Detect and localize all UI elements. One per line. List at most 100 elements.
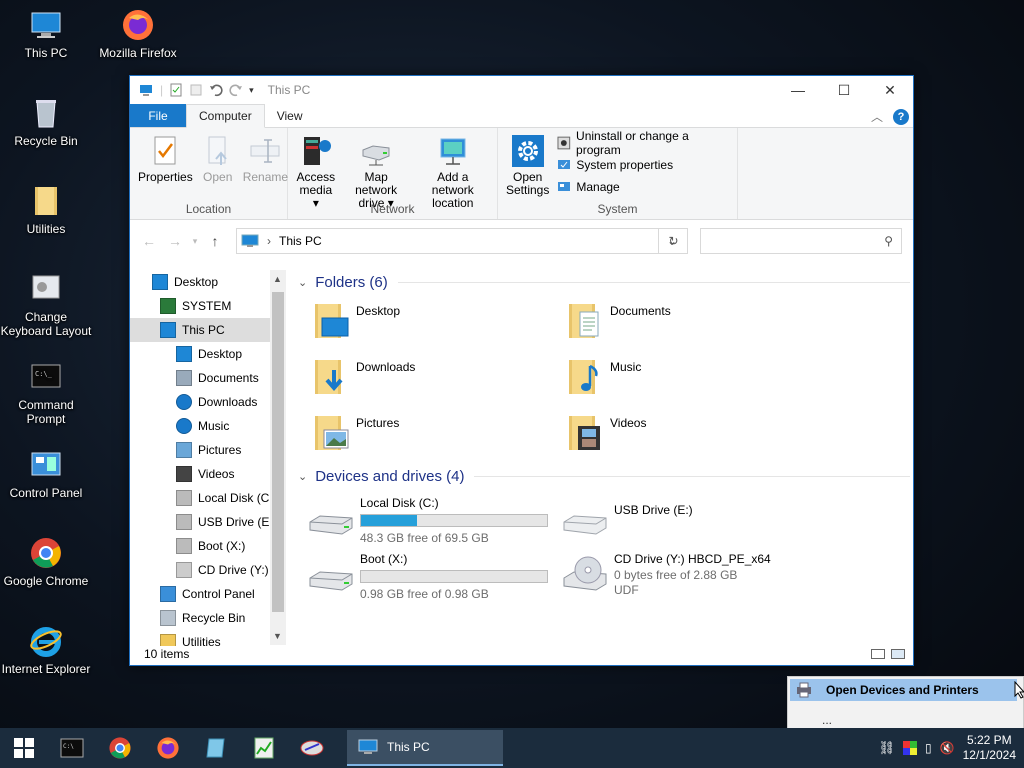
videos-icon: [176, 466, 192, 482]
desktop-icon-label: Command Prompt: [18, 398, 74, 426]
scroll-thumb[interactable]: [272, 292, 284, 612]
back-button[interactable]: ←: [136, 233, 162, 249]
more-items[interactable]: ...: [822, 713, 832, 727]
drives-section-header[interactable]: ⌄ Devices and drives (4): [298, 468, 910, 485]
content-pane[interactable]: ⌄ Folders (6) Desktop Documents Download…: [294, 270, 913, 646]
desktop-icon-utilities[interactable]: Utilities: [0, 184, 92, 236]
taskbar-app-monitor[interactable]: [240, 728, 288, 768]
search-input[interactable]: ⚲: [700, 228, 902, 254]
customize-qat-icon[interactable]: ▾: [249, 85, 254, 96]
address-bar[interactable]: › This PC ⌄: [236, 228, 688, 254]
nav-item[interactable]: Desktop: [130, 342, 286, 366]
taskbar-chrome[interactable]: [96, 728, 144, 768]
nav-item[interactable]: Music: [130, 414, 286, 438]
nav-item[interactable]: Recycle Bin: [130, 606, 286, 630]
up-button[interactable]: ↑: [202, 233, 228, 249]
scroll-up-icon[interactable]: ▲: [273, 274, 282, 284]
drive-y[interactable]: CD Drive (Y:) HBCD_PE_x64 0 bytes free o…: [562, 552, 812, 602]
drive-c[interactable]: Local Disk (C:) 48.3 GB free of 69.5 GB: [308, 496, 558, 546]
folder-documents[interactable]: Documents: [564, 300, 671, 342]
minimize-button[interactable]: —: [775, 76, 821, 104]
recent-locations-button[interactable]: ▾: [188, 236, 202, 247]
taskbar-task-this-pc[interactable]: This PC: [347, 730, 503, 766]
nav-item[interactable]: Desktop: [130, 270, 286, 294]
tool-app-icon: [300, 740, 324, 756]
nav-item[interactable]: Videos: [130, 462, 286, 486]
details-view-button[interactable]: [871, 649, 885, 659]
tab-file[interactable]: File: [130, 104, 186, 127]
system-properties-button[interactable]: System properties: [557, 156, 733, 173]
new-folder-icon[interactable]: [189, 83, 203, 97]
redo-icon[interactable]: [229, 83, 243, 97]
desktop-folder-icon: [315, 304, 349, 338]
desktop-icon-command-prompt[interactable]: C:\_ Command Prompt: [0, 360, 92, 426]
nav-item[interactable]: Utilities: [130, 630, 286, 646]
refresh-button[interactable]: ↻: [658, 228, 688, 254]
large-icons-view-button[interactable]: [891, 649, 905, 659]
nav-item[interactable]: SYSTEM: [130, 294, 286, 318]
folder-music[interactable]: Music: [564, 356, 641, 398]
nav-scrollbar[interactable]: ▲ ▼: [270, 270, 286, 645]
desktop-icon-recycle-bin[interactable]: Recycle Bin: [0, 96, 92, 148]
clock[interactable]: 5:22 PM 12/1/2024: [963, 733, 1016, 763]
properties-icon[interactable]: [169, 83, 183, 97]
drive-x[interactable]: Boot (X:) 0.98 GB free of 0.98 GB: [308, 552, 558, 602]
start-button[interactable]: [0, 728, 48, 768]
nav-item[interactable]: This PC: [130, 318, 286, 342]
folder-downloads[interactable]: Downloads: [310, 356, 415, 398]
undo-icon[interactable]: [209, 83, 223, 97]
chevron-right-icon[interactable]: ›: [267, 234, 271, 248]
folders-section-header[interactable]: ⌄ Folders (6): [298, 274, 910, 291]
nav-item[interactable]: USB Drive (E:): [130, 510, 286, 534]
collapse-ribbon-icon[interactable]: ︿: [871, 108, 883, 125]
taskbar: C:\ This PC ⛓ ▯ 🔇 5:22 PM 12/1/2024: [0, 728, 1024, 768]
view-switcher: [871, 649, 905, 659]
desktop-icon-ie[interactable]: Internet Explorer: [0, 624, 92, 676]
network-tray-icon[interactable]: ⛓: [879, 740, 896, 756]
desktop-icon-control-panel[interactable]: Control Panel: [0, 448, 92, 500]
maximize-button[interactable]: ☐: [821, 76, 867, 104]
drive-usage-bar: [360, 514, 548, 527]
nav-item[interactable]: CD Drive (Y:) H: [130, 558, 286, 582]
uninstall-icon: [557, 136, 571, 149]
manage-button[interactable]: Manage: [557, 178, 733, 195]
help-icon[interactable]: ?: [893, 108, 909, 125]
folder-pictures[interactable]: Pictures: [310, 412, 399, 454]
tab-computer[interactable]: Computer: [186, 104, 265, 128]
close-button[interactable]: ✕: [867, 76, 913, 104]
nav-item[interactable]: Pictures: [130, 438, 286, 462]
explorer-window[interactable]: | ▾ This PC — ☐ ✕ File Computer View ︿ ?…: [129, 75, 914, 666]
nav-item[interactable]: Boot (X:): [130, 534, 286, 558]
desktop-icon-this-pc[interactable]: This PC: [0, 8, 92, 60]
navigation-pane[interactable]: Desktop SYSTEM This PC Desktop Documents Down…: [130, 270, 286, 646]
forward-button[interactable]: →: [162, 233, 188, 249]
nav-item[interactable]: Documents: [130, 366, 286, 390]
usb-tray-icon[interactable]: ▯: [925, 741, 932, 755]
taskbar-app-notes[interactable]: [192, 728, 240, 768]
tab-view[interactable]: View: [265, 104, 315, 127]
nav-item[interactable]: Control Panel: [130, 582, 286, 606]
desktop-icon-firefox[interactable]: Mozilla Firefox: [92, 8, 184, 60]
collapse-chevron-icon[interactable]: ⌄: [298, 470, 307, 483]
folder-label: Pictures: [356, 416, 400, 430]
nav-item[interactable]: Local Disk (C:): [130, 486, 286, 510]
drive-e[interactable]: USB Drive (E:): [562, 496, 812, 546]
map-drive-label-1: Map network: [355, 170, 398, 197]
uninstall-program-button[interactable]: Uninstall or change a program: [557, 129, 733, 157]
color-tray-icon[interactable]: [903, 741, 918, 755]
collapse-chevron-icon[interactable]: ⌄: [298, 276, 307, 289]
volume-muted-icon[interactable]: 🔇: [940, 741, 955, 755]
videos-folder-icon: [569, 416, 600, 450]
taskbar-firefox[interactable]: [144, 728, 192, 768]
taskbar-app-tool[interactable]: [288, 728, 336, 768]
desktop-icon-keyboard-layout[interactable]: Change Keyboard Layout: [0, 272, 92, 338]
scroll-down-icon[interactable]: ▼: [273, 631, 282, 641]
folder-desktop[interactable]: Desktop: [310, 300, 400, 342]
open-devices-printers-item[interactable]: Open Devices and Printers: [790, 679, 1017, 701]
manage-icon: [558, 181, 571, 191]
taskbar-cmd[interactable]: C:\: [48, 728, 96, 768]
desktop-icon-chrome[interactable]: Google Chrome: [0, 536, 92, 588]
title-bar[interactable]: | ▾ This PC — ☐ ✕: [130, 76, 913, 104]
folder-videos[interactable]: Videos: [564, 412, 646, 454]
nav-item[interactable]: Downloads: [130, 390, 286, 414]
